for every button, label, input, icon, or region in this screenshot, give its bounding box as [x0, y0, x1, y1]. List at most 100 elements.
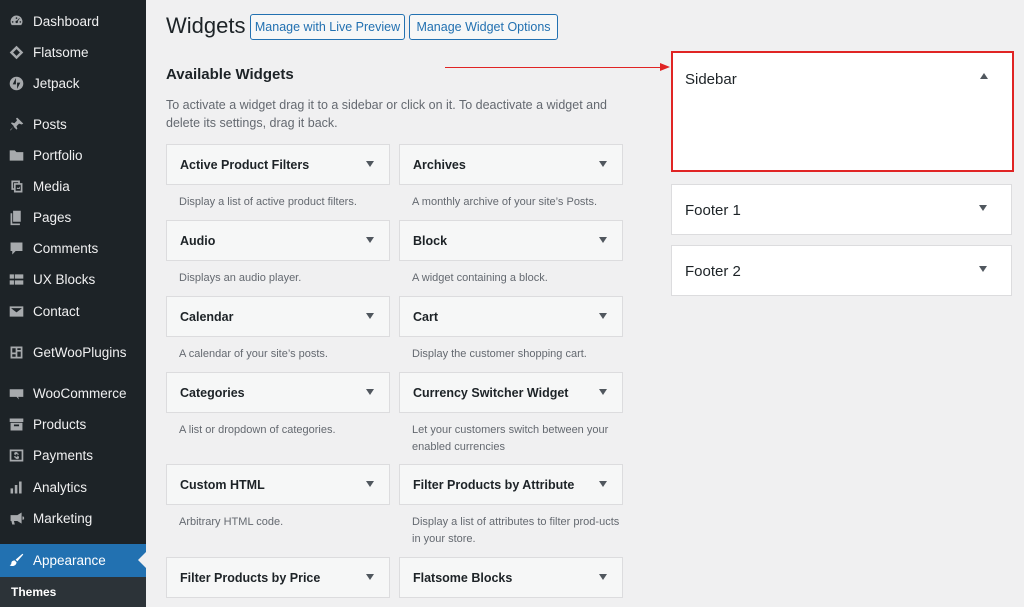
widget-title: Currency Switcher Widget [413, 385, 569, 400]
widget-block[interactable]: Block [399, 220, 623, 261]
menu-item-ux-blocks[interactable]: UX Blocks [0, 264, 146, 295]
dashboard-icon [0, 13, 33, 30]
menu-label: Flatsome [33, 45, 89, 60]
caret-down-icon[interactable] [366, 237, 374, 243]
widget-title: Filter Products by Price [180, 570, 321, 585]
caret-down-icon[interactable] [366, 313, 374, 319]
media-icon [0, 178, 33, 195]
menu-item-pages[interactable]: Pages [0, 202, 146, 233]
widget-filter-products-by-attribute[interactable]: Filter Products by Attribute [399, 464, 623, 505]
manage-widget-options-button[interactable]: Manage Widget Options [409, 14, 558, 40]
menu-item-getwooplugins[interactable]: GetWooPlugins [0, 337, 146, 368]
pages-icon [0, 209, 33, 226]
menu-item-media[interactable]: Media [0, 171, 146, 202]
brush-icon [0, 552, 33, 569]
sidebar-area-footer-2[interactable]: Footer 2 [671, 245, 1012, 296]
menu-item-contact[interactable]: Contact [0, 296, 146, 327]
widget-title: Block [413, 233, 448, 248]
sidebar-area-title: Footer 2 [685, 263, 741, 280]
caret-down-icon[interactable] [366, 481, 374, 487]
menu-item-comments[interactable]: Comments [0, 233, 146, 264]
menu-label: Posts [33, 117, 67, 132]
widget-title: Categories [180, 385, 245, 400]
widget-description: A widget containing a block. [412, 272, 548, 284]
widget-description: Display the customer shopping cart. [412, 348, 587, 360]
widget-categories[interactable]: Categories [166, 372, 390, 413]
menu-label: Portfolio [33, 148, 83, 163]
widget-calendar[interactable]: Calendar [166, 296, 390, 337]
menu-item-posts[interactable]: Posts [0, 109, 146, 140]
menu-label: Analytics [33, 480, 88, 495]
menu-label: Jetpack [33, 76, 80, 91]
widget-title: Cart [413, 309, 439, 324]
widget-currency-switcher[interactable]: Currency Switcher Widget [399, 372, 623, 413]
flatsome-icon [0, 44, 33, 61]
caret-down-icon[interactable] [599, 161, 607, 167]
menu-label: Media [33, 179, 70, 194]
page-title: Widgets [166, 13, 246, 38]
menu-item-payments[interactable]: Payments [0, 440, 146, 471]
caret-down-icon[interactable] [599, 237, 607, 243]
widget-description: Displays an audio player. [179, 272, 302, 284]
comments-icon [0, 240, 33, 257]
appearance-submenu: Themes [0, 577, 146, 607]
menu-item-dashboard[interactable]: Dashboard [0, 6, 146, 37]
caret-up-icon[interactable] [980, 73, 988, 79]
widget-active-product-filters[interactable]: Active Product Filters [166, 144, 390, 185]
mail-icon [0, 303, 33, 320]
caret-down-icon[interactable] [979, 205, 987, 211]
widget-title: Active Product Filters [180, 157, 310, 172]
annotation-arrow-head [660, 63, 670, 71]
menu-item-analytics[interactable]: Analytics [0, 472, 146, 503]
caret-down-icon[interactable] [599, 481, 607, 487]
sidebar-area-sidebar[interactable]: Sidebar [671, 51, 1014, 172]
widget-description: Arbitrary HTML code. [179, 516, 284, 528]
caret-down-icon[interactable] [979, 266, 987, 272]
widget-flatsome-blocks[interactable]: Flatsome Blocks [399, 557, 623, 598]
manage-live-preview-button[interactable]: Manage with Live Preview [250, 14, 405, 40]
caret-down-icon[interactable] [599, 389, 607, 395]
widget-description: A monthly archive of your site’s Posts. [412, 196, 598, 208]
menu-label: Contact [33, 304, 80, 319]
menu-label: Pages [33, 210, 72, 225]
archive-icon [0, 416, 33, 433]
caret-down-icon[interactable] [599, 574, 607, 580]
widget-audio[interactable]: Audio [166, 220, 390, 261]
menu-label: UX Blocks [33, 272, 96, 287]
caret-down-icon[interactable] [599, 313, 607, 319]
caret-down-icon[interactable] [366, 574, 374, 580]
caret-down-icon[interactable] [366, 161, 374, 167]
widget-custom-html[interactable]: Custom HTML [166, 464, 390, 505]
jetpack-icon [0, 75, 33, 92]
menu-item-woocommerce[interactable]: WooCommerce [0, 378, 146, 409]
widget-title: Custom HTML [180, 477, 265, 492]
widget-description: Let your customers switch between your e… [412, 424, 609, 453]
menu-item-jetpack[interactable]: Jetpack [0, 68, 146, 99]
submenu-item-themes[interactable]: Themes [11, 585, 56, 599]
menu-label: Marketing [33, 511, 93, 526]
woo-icon [0, 385, 33, 402]
menu-label: GetWooPlugins [33, 345, 127, 360]
annotation-arrow-line [445, 67, 663, 68]
widget-cart[interactable]: Cart [399, 296, 623, 337]
menu-item-portfolio[interactable]: Portfolio [0, 140, 146, 171]
menu-item-products[interactable]: Products [0, 409, 146, 440]
dollar-icon [0, 447, 33, 464]
caret-down-icon[interactable] [366, 389, 374, 395]
menu-label: Payments [33, 448, 94, 463]
menu-item-appearance[interactable]: Appearance [0, 544, 146, 577]
widget-title: Archives [413, 157, 466, 172]
widget-description: Display a list of attributes to filter p… [412, 516, 620, 545]
sidebar-area-title: Footer 1 [685, 202, 741, 219]
megaphone-icon [0, 510, 33, 527]
widget-filter-products-by-price[interactable]: Filter Products by Price [166, 557, 390, 598]
menu-item-marketing[interactable]: Marketing [0, 503, 146, 534]
plugin-icon [0, 344, 33, 361]
widget-archives[interactable]: Archives [399, 144, 623, 185]
menu-label: Comments [33, 241, 99, 256]
sidebar-area-footer-1[interactable]: Footer 1 [671, 184, 1012, 235]
widget-title: Filter Products by Attribute [413, 477, 575, 492]
folder-icon [0, 147, 33, 164]
sidebar-area-title: Sidebar [685, 71, 737, 88]
menu-item-flatsome[interactable]: Flatsome [0, 37, 146, 68]
